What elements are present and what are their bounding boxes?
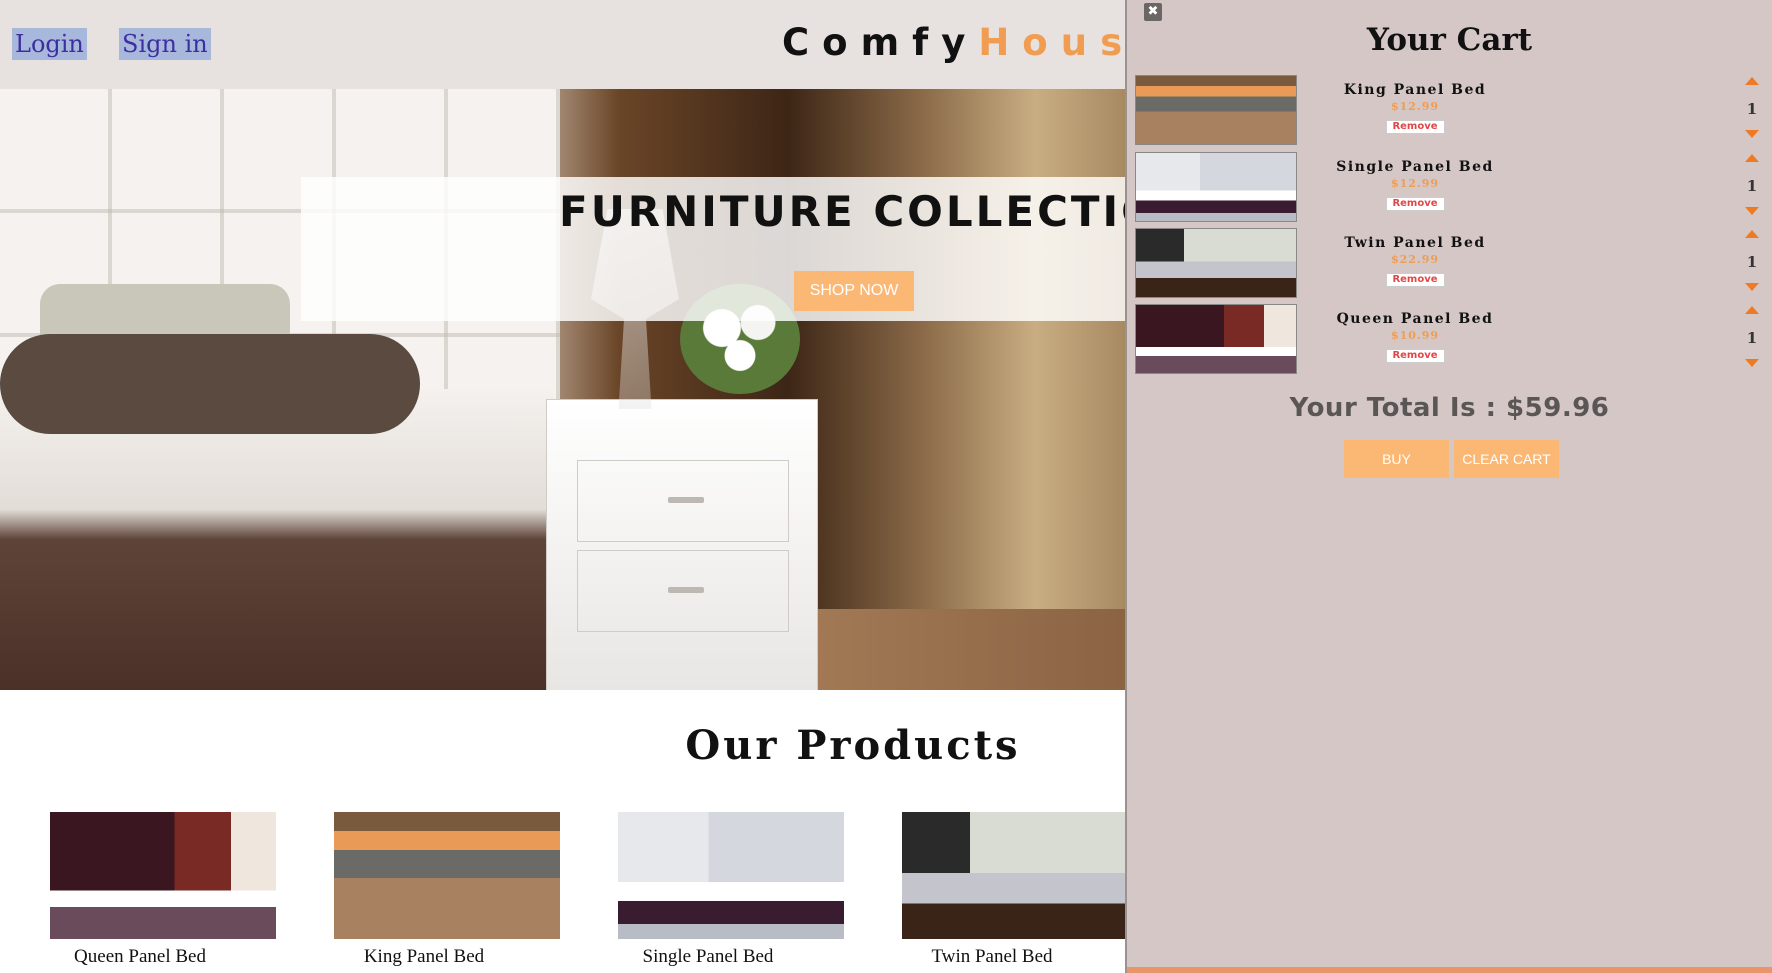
cart-item: King Panel Bed $12.99 Remove 1 [1135,75,1765,145]
cart-item-image [1135,304,1297,374]
sign-in-button[interactable]: Sign in [119,28,211,60]
remove-button[interactable]: Remove [1385,120,1445,134]
chevron-up-icon[interactable] [1745,77,1759,85]
quantity-stepper: 1 [1740,228,1764,298]
remove-button[interactable]: Remove [1385,273,1445,287]
logo-comfy: Comfy [782,21,979,64]
hero-section: FURNITURE COLLECTION SHOP NOW [0,89,1125,690]
item-quantity: 1 [1746,100,1758,118]
chevron-up-icon[interactable] [1745,230,1759,238]
remove-button[interactable]: Remove [1385,349,1445,363]
cart-item: Twin Panel Bed $22.99 Remove 1 [1135,228,1765,298]
cart-item: Queen Panel Bed $10.99 Remove 1 [1135,304,1765,374]
product-card-twin[interactable]: Twin Panel Bed [902,812,1128,967]
hero-bolster [0,334,420,434]
chevron-up-icon[interactable] [1745,306,1759,314]
hero-nightstand [546,399,818,690]
buy-button[interactable]: BUY [1344,440,1449,478]
shop-now-button[interactable]: SHOP NOW [794,271,914,311]
item-quantity: 1 [1746,329,1758,347]
cart-title: Your Cart [1366,22,1533,58]
product-name: Twin Panel Bed [931,946,1053,967]
chevron-down-icon[interactable] [1745,283,1759,291]
product-card-queen[interactable]: Queen Panel Bed [50,812,276,967]
cart-panel: ✖ Your Cart King Panel Bed $12.99 Remove… [1125,0,1772,973]
item-quantity: 1 [1746,253,1758,271]
product-card-single[interactable]: Single Panel Bed [618,812,844,967]
clear-cart-button[interactable]: CLEAR CART [1454,440,1559,478]
product-image[interactable] [902,812,1128,939]
remove-button[interactable]: Remove [1385,197,1445,211]
cart-item-image [1135,75,1297,145]
cart-total: Your Total Is : $59.96 [1289,393,1610,423]
cart-item-image [1135,152,1297,222]
hero-bed [0,389,600,690]
close-cart-icon[interactable]: ✖ [1144,3,1162,21]
nightstand-drawer [577,550,789,632]
cart-item-price: $22.99 [1390,253,1440,266]
hero-banner: FURNITURE COLLECTION SHOP NOW [301,177,1125,321]
cart-item-price: $12.99 [1390,177,1440,190]
cart-item-name: King Panel Bed [1343,82,1487,98]
product-card-king[interactable]: King Panel Bed [334,812,560,967]
chevron-down-icon[interactable] [1745,207,1759,215]
quantity-stepper: 1 [1740,75,1764,145]
product-image[interactable] [334,812,560,939]
product-image[interactable] [618,812,844,939]
chevron-down-icon[interactable] [1745,359,1759,367]
navbar: Login Sign in ComfyHouse [0,0,1160,89]
product-name: Queen Panel Bed [74,946,206,967]
hero-title: FURNITURE COLLECTION [559,187,1125,236]
cart-bottom-bar [1127,967,1772,973]
cart-item-name: Twin Panel Bed [1344,235,1486,251]
cart-item-price: $12.99 [1390,100,1440,113]
nightstand-drawer [577,460,789,542]
cart-item: Single Panel Bed $12.99 Remove 1 [1135,152,1765,222]
cart-item-price: $10.99 [1390,329,1440,342]
login-button[interactable]: Login [12,28,87,60]
quantity-stepper: 1 [1740,152,1764,222]
product-image[interactable] [50,812,276,939]
product-name: Single Panel Bed [642,946,774,967]
product-name: King Panel Bed [363,946,485,967]
item-quantity: 1 [1746,177,1758,195]
cart-item-name: Single Panel Bed [1336,159,1494,175]
cart-item-image [1135,228,1297,298]
cart-item-name: Queen Panel Bed [1336,311,1494,327]
chevron-down-icon[interactable] [1745,130,1759,138]
logo[interactable]: ComfyHouse [782,18,1173,68]
quantity-stepper: 1 [1740,304,1764,374]
chevron-up-icon[interactable] [1745,154,1759,162]
